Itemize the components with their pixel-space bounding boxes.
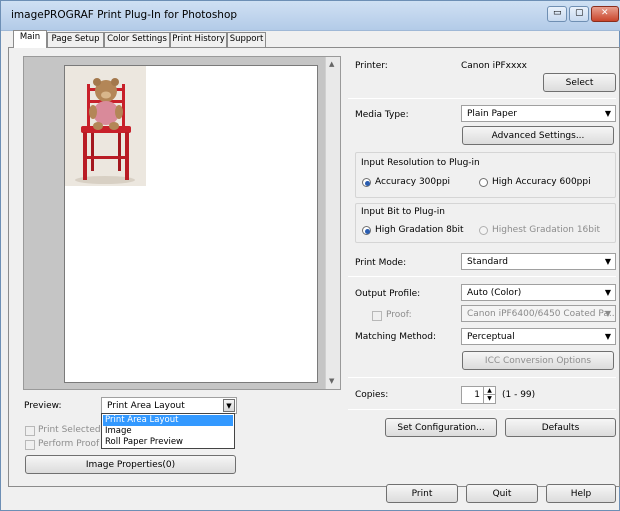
- matching-method-value: Perceptual: [467, 332, 515, 342]
- printer-label: Printer:: [355, 61, 388, 71]
- high-gradation-8bit-label: High Gradation 8bit: [375, 225, 464, 235]
- image-properties-button[interactable]: Image Properties(0): [25, 455, 236, 474]
- output-profile-value: Auto (Color): [467, 288, 522, 298]
- dropdown-option-roll-paper-preview[interactable]: Roll Paper Preview: [103, 437, 233, 448]
- output-profile-select[interactable]: Auto (Color) ▼: [461, 284, 616, 301]
- perform-proof-label: Perform Proof in: [38, 439, 111, 449]
- title-bar[interactable]: imagePROGRAF Print Plug-In for Photoshop…: [1, 1, 620, 31]
- print-mode-value: Standard: [467, 257, 508, 267]
- tab-print-history[interactable]: Print History: [170, 32, 227, 47]
- divider: [348, 409, 616, 410]
- proof-profile-select[interactable]: Canon iPF6400/6450 Coated Pa... ▼: [461, 305, 616, 322]
- tab-color-settings[interactable]: Color Settings: [104, 32, 170, 47]
- preview-scrollbar[interactable]: ▲ ▼: [325, 57, 340, 389]
- scroll-up-icon[interactable]: ▲: [329, 60, 334, 68]
- set-configuration-button[interactable]: Set Configuration...: [385, 418, 497, 437]
- select-printer-button[interactable]: Select: [543, 73, 616, 92]
- preview-select[interactable]: Print Area Layout ▼: [101, 397, 237, 414]
- stepper-down-icon[interactable]: ▼: [483, 395, 495, 403]
- copies-label: Copies:: [355, 390, 389, 400]
- dropdown-option-image[interactable]: Image: [103, 426, 233, 437]
- tab-page-setup[interactable]: Page Setup: [47, 32, 104, 47]
- preview-dropdown-list: Print Area Layout Image Roll Paper Previ…: [101, 413, 235, 449]
- preview-image: [65, 66, 146, 186]
- help-button[interactable]: Help: [546, 484, 616, 503]
- proof-profile-value: Canon iPF6400/6450 Coated Pa...: [467, 309, 616, 319]
- accuracy-300ppi-radio[interactable]: [362, 178, 371, 187]
- highest-gradation-16bit-radio[interactable]: [479, 226, 488, 235]
- preview-select-value: Print Area Layout: [107, 401, 185, 411]
- media-type-value: Plain Paper: [467, 109, 517, 119]
- maximize-icon: ▢: [575, 8, 584, 18]
- output-profile-label: Output Profile:: [355, 289, 421, 299]
- accuracy-300ppi-label: Accuracy 300ppi: [375, 177, 451, 187]
- input-bit-label: Input Bit to Plug-in: [361, 207, 445, 217]
- quit-button[interactable]: Quit: [466, 484, 538, 503]
- printer-name: Canon iPFxxxx: [461, 61, 527, 71]
- high-accuracy-600ppi-label: High Accuracy 600ppi: [492, 177, 591, 187]
- perform-proof-checkbox[interactable]: [25, 440, 35, 450]
- defaults-button[interactable]: Defaults: [505, 418, 616, 437]
- chevron-down-icon: ▼: [604, 109, 611, 118]
- matching-method-label: Matching Method:: [355, 332, 437, 342]
- print-button[interactable]: Print: [386, 484, 458, 503]
- tab-support[interactable]: Support: [227, 32, 266, 47]
- copies-stepper[interactable]: 1 ▲ ▼: [461, 386, 496, 404]
- stepper-up-icon[interactable]: ▲: [483, 387, 495, 395]
- high-gradation-8bit-radio[interactable]: [362, 226, 371, 235]
- chevron-down-icon: ▼: [604, 309, 611, 318]
- copies-range: (1 - 99): [502, 390, 536, 400]
- window-title: imagePROGRAF Print Plug-In for Photoshop: [11, 9, 238, 21]
- chevron-down-icon: ▼: [604, 257, 611, 266]
- minimize-button[interactable]: ▭: [547, 6, 567, 22]
- highest-gradation-16bit-label: Highest Gradation 16bit: [492, 225, 601, 235]
- scroll-down-icon[interactable]: ▼: [329, 377, 334, 385]
- chevron-down-icon: ▼: [604, 288, 611, 297]
- proof-label: Proof:: [386, 310, 412, 320]
- print-mode-select[interactable]: Standard ▼: [461, 253, 616, 270]
- divider: [348, 98, 616, 99]
- minimize-icon: ▭: [553, 8, 562, 18]
- divider: [348, 276, 616, 277]
- preview-label: Preview:: [24, 401, 62, 411]
- input-resolution-label: Input Resolution to Plug-in: [361, 158, 480, 168]
- copies-value: 1: [474, 390, 480, 400]
- proof-checkbox[interactable]: [372, 311, 382, 321]
- dropdown-option-print-area-layout[interactable]: Print Area Layout: [103, 415, 233, 426]
- divider: [348, 377, 616, 378]
- close-icon: ✕: [601, 8, 609, 18]
- chevron-down-icon: ▼: [604, 332, 611, 341]
- print-mode-label: Print Mode:: [355, 258, 407, 268]
- print-selected-checkbox[interactable]: [25, 426, 35, 436]
- advanced-settings-button[interactable]: Advanced Settings...: [462, 126, 614, 145]
- matching-method-select[interactable]: Perceptual ▼: [461, 328, 616, 345]
- close-button[interactable]: ✕: [591, 6, 619, 22]
- chevron-down-icon[interactable]: ▼: [223, 399, 235, 412]
- media-type-label: Media Type:: [355, 110, 409, 120]
- high-accuracy-600ppi-radio[interactable]: [479, 178, 488, 187]
- media-type-select[interactable]: Plain Paper ▼: [461, 105, 616, 122]
- maximize-button[interactable]: ▢: [569, 6, 589, 22]
- icc-conversion-options-button[interactable]: ICC Conversion Options: [462, 351, 614, 370]
- tab-main[interactable]: Main: [13, 30, 47, 48]
